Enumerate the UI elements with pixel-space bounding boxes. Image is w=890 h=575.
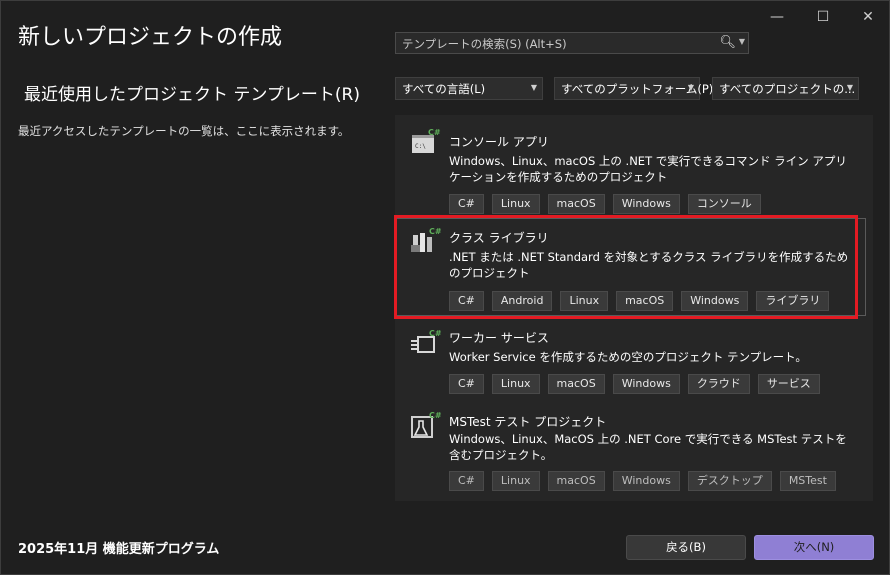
chevron-down-icon: ▼	[530, 83, 537, 92]
tag: Linux	[491, 471, 540, 491]
minimize-button[interactable]: —	[763, 5, 791, 29]
tag: macOS	[547, 471, 605, 491]
tag: C#	[449, 291, 484, 311]
tag: サービス	[757, 374, 820, 394]
template-title: コンソール アプリ	[449, 135, 549, 149]
next-button[interactable]: 次へ(N)	[754, 535, 874, 560]
tag: Windows	[612, 471, 680, 491]
template-tags: C# Linux macOS Windows デスクトップ MSTest	[449, 471, 836, 491]
tag: Linux	[491, 194, 540, 214]
tag: Linux	[560, 291, 609, 311]
tag: macOS	[616, 291, 674, 311]
language-filter-dropdown[interactable]: すべての言語(L) ▼	[395, 77, 543, 100]
template-item-class-library[interactable]: C# クラス ライブラリ .NET または .NET Standard を対象と…	[395, 218, 866, 316]
template-description: Worker Service を作成するための空のプロジェクト テンプレート。	[449, 350, 807, 364]
tag: Windows	[612, 194, 680, 214]
tag: Windows	[612, 374, 680, 394]
tag: デスクトップ	[687, 471, 772, 491]
console-app-icon: C:\ C#	[412, 128, 441, 153]
tag: MSTest	[779, 471, 836, 491]
tag: C#	[449, 194, 484, 214]
project-type-filter-value: すべてのプロジェクトの...	[719, 82, 856, 96]
template-description: .NET または .NET Standard を対象とするクラス ライブラリを作…	[449, 250, 849, 280]
tag: Android	[491, 291, 553, 311]
tag: コンソール	[687, 194, 761, 214]
tag: C#	[449, 471, 484, 491]
template-tags: C# Linux macOS Windows コンソール	[449, 194, 761, 214]
tag: ライブラリ	[756, 291, 830, 311]
template-item-worker-service[interactable]: C# ワーカー サービス Worker Service を作成するための空のプロ…	[395, 319, 865, 399]
tag: クラウド	[687, 374, 750, 394]
template-title: ワーカー サービス	[449, 331, 549, 345]
tag: Windows	[681, 291, 749, 311]
template-title: クラス ライブラリ	[449, 231, 549, 245]
platform-filter-dropdown[interactable]: すべてのプラットフォーム(P) ▼	[554, 77, 713, 100]
class-library-icon: C#	[411, 227, 441, 252]
search-icon[interactable]: 🔍︎	[719, 35, 736, 50]
template-description: Windows、Linux、MacOS 上の .NET Core で実行できる …	[449, 432, 847, 462]
template-title: MSTest テスト プロジェクト	[449, 415, 607, 429]
tag: C#	[449, 374, 484, 394]
svg-text:C#: C#	[429, 227, 441, 236]
search-dropdown-arrow-icon[interactable]: ▼	[739, 37, 745, 46]
svg-text:C#: C#	[429, 329, 441, 338]
svg-text:C:\: C:\	[415, 143, 426, 150]
tag: Linux	[491, 374, 540, 394]
search-placeholder: テンプレートの検索(S) (Alt+S)	[402, 37, 567, 51]
template-description: Windows、Linux、macOS 上の .NET で実行できるコマンド ラ…	[449, 154, 847, 184]
back-button[interactable]: 戻る(B)	[626, 535, 746, 560]
worker-service-icon: C#	[411, 329, 441, 353]
feature-update-label: 2025年11月 機能更新プログラム	[18, 542, 220, 557]
close-button[interactable]: ✕	[854, 5, 882, 29]
chevron-down-icon: ▼	[687, 83, 694, 92]
project-type-filter-dropdown[interactable]: すべてのプロジェクトの... ▼	[712, 77, 859, 100]
recent-templates-description: 最近アクセスしたテンプレートの一覧は、ここに表示されます。	[18, 124, 350, 138]
template-item-mstest[interactable]: C# MSTest テスト プロジェクト Windows、Linux、MacOS…	[395, 403, 865, 499]
maximize-button[interactable]: ☐	[809, 5, 837, 29]
tag: macOS	[547, 374, 605, 394]
template-tags: C# Android Linux macOS Windows ライブラリ	[449, 291, 830, 311]
template-item-console-app[interactable]: C:\ C# コンソール アプリ Windows、Linux、macOS 上の …	[395, 121, 865, 215]
chevron-down-icon: ▼	[846, 83, 853, 92]
template-list[interactable]: C:\ C# コンソール アプリ Windows、Linux、macOS 上の …	[395, 115, 873, 501]
dialog-window: — ☐ ✕ 新しいプロジェクトの作成 最近使用したプロジェクト テンプレート(R…	[0, 0, 890, 575]
language-filter-value: すべての言語(L)	[402, 82, 486, 96]
template-tags: C# Linux macOS Windows クラウド サービス	[449, 374, 820, 394]
template-search-box[interactable]: テンプレートの検索(S) (Alt+S) 🔍︎ ▼	[395, 32, 749, 54]
svg-text:C#: C#	[428, 128, 441, 137]
tag: macOS	[547, 194, 605, 214]
recent-templates-heading: 最近使用したプロジェクト テンプレート(R)	[24, 85, 360, 105]
page-title: 新しいプロジェクトの作成	[18, 25, 283, 50]
mstest-icon: C#	[411, 411, 441, 438]
svg-text:C#: C#	[429, 411, 441, 420]
